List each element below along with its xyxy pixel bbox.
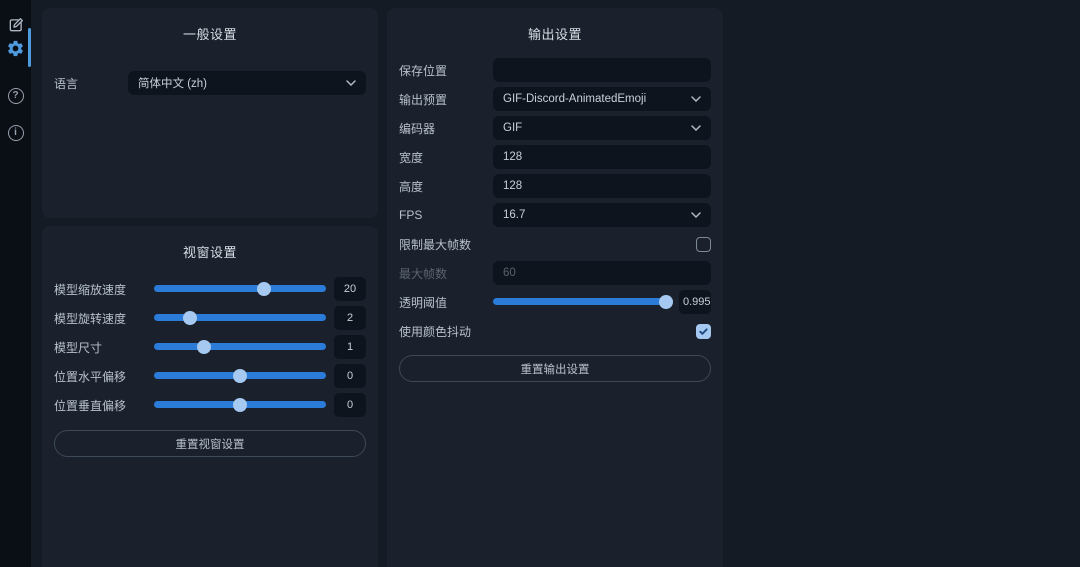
limit-max-frames-label: 限制最大帧数 bbox=[399, 237, 472, 252]
alpha-threshold-slider[interactable] bbox=[493, 291, 673, 313]
slider-track bbox=[154, 343, 326, 350]
max-frames-input bbox=[493, 261, 711, 285]
model-rotation-speed-row: 模型旋转速度 2 bbox=[54, 306, 366, 330]
gear-icon bbox=[8, 40, 23, 56]
sidebar-item-edit[interactable] bbox=[0, 13, 31, 37]
slider-thumb[interactable] bbox=[196, 340, 211, 354]
output-settings-panel: 输出设置 保存位置 输出预置 GIF-Discord-AnimatedEmoji… bbox=[387, 8, 723, 567]
slider-thumb[interactable] bbox=[233, 369, 247, 383]
model-size-value: 1 bbox=[334, 335, 366, 359]
language-label: 语言 bbox=[54, 76, 79, 91]
output-preset-select[interactable]: GIF-Discord-AnimatedEmoji bbox=[493, 87, 711, 111]
width-input[interactable] bbox=[493, 145, 711, 169]
output-panel-title: 输出设置 bbox=[527, 27, 582, 42]
encoder-value: GIF bbox=[503, 122, 523, 134]
slider-track bbox=[154, 285, 326, 292]
position-horizontal-offset-value: 0 bbox=[334, 364, 366, 388]
edit-icon bbox=[9, 18, 23, 32]
save-location-label: 保存位置 bbox=[399, 63, 448, 78]
position-vertical-offset-label: 位置垂直偏移 bbox=[54, 398, 127, 413]
model-zoom-speed-label: 模型缩放速度 bbox=[54, 282, 127, 297]
max-frames-label: 最大帧数 bbox=[399, 266, 448, 281]
viewport-panel-title: 视窗设置 bbox=[182, 245, 237, 260]
language-select[interactable]: 简体中文 (zh) bbox=[128, 71, 366, 95]
sidebar-item-help[interactable]: ? bbox=[0, 84, 31, 108]
model-zoom-speed-row: 模型缩放速度 20 bbox=[54, 277, 366, 301]
chevron-down-icon bbox=[691, 96, 701, 102]
slider-thumb[interactable] bbox=[233, 398, 247, 412]
chevron-down-icon bbox=[691, 212, 701, 218]
model-size-row: 模型尺寸 1 bbox=[54, 335, 366, 359]
position-horizontal-offset-slider[interactable] bbox=[154, 365, 326, 387]
limit-max-frames-checkbox[interactable] bbox=[696, 236, 711, 252]
general-settings-panel: 一般设置 语言 简体中文 (zh) bbox=[42, 8, 378, 218]
fps-value: 16.7 bbox=[503, 209, 526, 221]
color-dither-checkbox[interactable] bbox=[696, 323, 711, 339]
sidebar: ? i bbox=[0, 0, 31, 567]
slider-track bbox=[154, 314, 326, 321]
general-panel-title: 一般设置 bbox=[182, 27, 237, 42]
output-preset-row: 输出预置 GIF-Discord-AnimatedEmoji bbox=[399, 87, 711, 111]
chevron-down-icon bbox=[346, 80, 356, 86]
limit-max-frames-row: 限制最大帧数 bbox=[399, 232, 711, 256]
sidebar-item-settings[interactable] bbox=[0, 36, 31, 60]
alpha-threshold-row: 透明阈值 0.995 bbox=[399, 290, 711, 314]
encoder-select[interactable]: GIF bbox=[493, 116, 711, 140]
sidebar-item-info[interactable]: i bbox=[0, 121, 31, 145]
position-horizontal-offset-row: 位置水平偏移 0 bbox=[54, 364, 366, 388]
output-preset-label: 输出预置 bbox=[399, 92, 448, 107]
model-rotation-speed-label: 模型旋转速度 bbox=[54, 311, 127, 326]
language-row: 语言 简体中文 (zh) bbox=[54, 71, 366, 95]
model-size-label: 模型尺寸 bbox=[54, 340, 103, 355]
slider-thumb[interactable] bbox=[658, 295, 673, 309]
info-icon: i bbox=[7, 125, 24, 141]
model-zoom-speed-slider[interactable] bbox=[154, 278, 326, 300]
fps-row: FPS 16.7 bbox=[399, 203, 711, 227]
max-frames-row: 最大帧数 bbox=[399, 261, 711, 285]
slider-thumb[interactable] bbox=[183, 311, 198, 325]
color-dither-row: 使用颜色抖动 bbox=[399, 319, 711, 343]
reset-viewport-settings-button[interactable]: 重置视窗设置 bbox=[54, 430, 366, 457]
save-location-row: 保存位置 bbox=[399, 58, 711, 82]
model-rotation-speed-slider[interactable] bbox=[154, 307, 326, 329]
fps-label: FPS bbox=[399, 208, 423, 222]
help-icon: ? bbox=[7, 88, 24, 104]
height-label: 高度 bbox=[399, 179, 424, 194]
save-location-input[interactable] bbox=[493, 58, 711, 82]
fps-select[interactable]: 16.7 bbox=[493, 203, 711, 227]
reset-output-settings-button[interactable]: 重置输出设置 bbox=[399, 355, 711, 382]
viewport-settings-panel: 视窗设置 模型缩放速度 20 模型旋转速度 2 模型尺寸 1 位置水平偏移 0 … bbox=[42, 226, 378, 567]
alpha-threshold-value: 0.995 bbox=[679, 290, 711, 314]
color-dither-label: 使用颜色抖动 bbox=[399, 324, 472, 339]
output-preset-value: GIF-Discord-AnimatedEmoji bbox=[503, 93, 647, 105]
height-row: 高度 bbox=[399, 174, 711, 198]
slider-thumb[interactable] bbox=[257, 282, 272, 296]
position-vertical-offset-value: 0 bbox=[334, 393, 366, 417]
alpha-threshold-label: 透明阈值 bbox=[399, 295, 448, 310]
encoder-row: 编码器 GIF bbox=[399, 116, 711, 140]
model-size-slider[interactable] bbox=[154, 336, 326, 358]
active-tab-indicator bbox=[28, 28, 31, 67]
position-horizontal-offset-label: 位置水平偏移 bbox=[54, 369, 127, 384]
language-select-value: 简体中文 (zh) bbox=[138, 78, 207, 90]
width-label: 宽度 bbox=[399, 150, 424, 165]
encoder-label: 编码器 bbox=[399, 121, 436, 136]
width-row: 宽度 bbox=[399, 145, 711, 169]
position-vertical-offset-row: 位置垂直偏移 0 bbox=[54, 393, 366, 417]
slider-track bbox=[493, 298, 671, 305]
position-vertical-offset-slider[interactable] bbox=[154, 394, 326, 416]
model-zoom-speed-value: 20 bbox=[334, 277, 366, 301]
model-rotation-speed-value: 2 bbox=[334, 306, 366, 330]
check-icon bbox=[699, 327, 708, 335]
app-root: ? i 一般设置 语言 简体中文 (zh) 视窗设置 模型缩放速度 20 模型旋… bbox=[0, 0, 1080, 567]
chevron-down-icon bbox=[691, 125, 701, 131]
height-input[interactable] bbox=[493, 174, 711, 198]
